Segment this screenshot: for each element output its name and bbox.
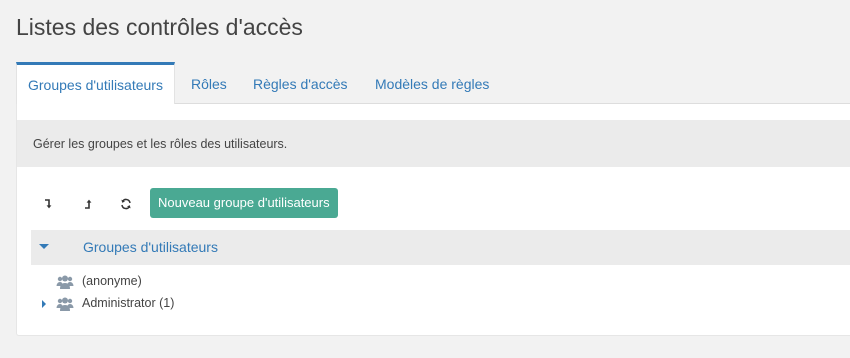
description-bar: Gérer les groupes et les rôles des utili…	[17, 120, 850, 167]
arrow-down-turn-icon	[45, 199, 52, 209]
refresh-icon	[121, 198, 131, 210]
new-user-group-button[interactable]: Nouveau groupe d'utilisateurs	[150, 188, 338, 218]
tree-root-header[interactable]: Groupes d'utilisateurs	[31, 230, 850, 265]
tab-roles[interactable]: Rôles	[191, 62, 227, 104]
tree-item-label: (anonyme)	[82, 274, 142, 288]
refresh-button[interactable]	[115, 192, 137, 216]
tab-panel: Gérer les groupes et les rôles des utili…	[16, 104, 850, 336]
tab-user-groups[interactable]: Groupes d'utilisateurs	[16, 62, 175, 105]
expand-all-button[interactable]	[77, 192, 99, 216]
page-title: Listes des contrôles d'accès	[16, 14, 303, 40]
collapse-all-button[interactable]	[37, 192, 59, 216]
tree-item-label: Administrator (1)	[82, 296, 175, 310]
tab-access-rules[interactable]: Règles d'accès	[253, 62, 348, 104]
users-icon	[56, 275, 74, 289]
tree-root-label: Groupes d'utilisateurs	[83, 239, 218, 255]
tab-bar: Groupes d'utilisateurs Rôles Règles d'ac…	[16, 62, 850, 105]
arrow-up-turn-icon	[85, 199, 92, 209]
panel-description: Gérer les groupes et les rôles des utili…	[33, 137, 288, 151]
tab-rule-templates[interactable]: Modèles de règles	[375, 62, 489, 104]
caret-down-icon[interactable]	[39, 244, 49, 249]
caret-right-icon[interactable]	[42, 300, 46, 308]
users-icon	[56, 297, 74, 311]
